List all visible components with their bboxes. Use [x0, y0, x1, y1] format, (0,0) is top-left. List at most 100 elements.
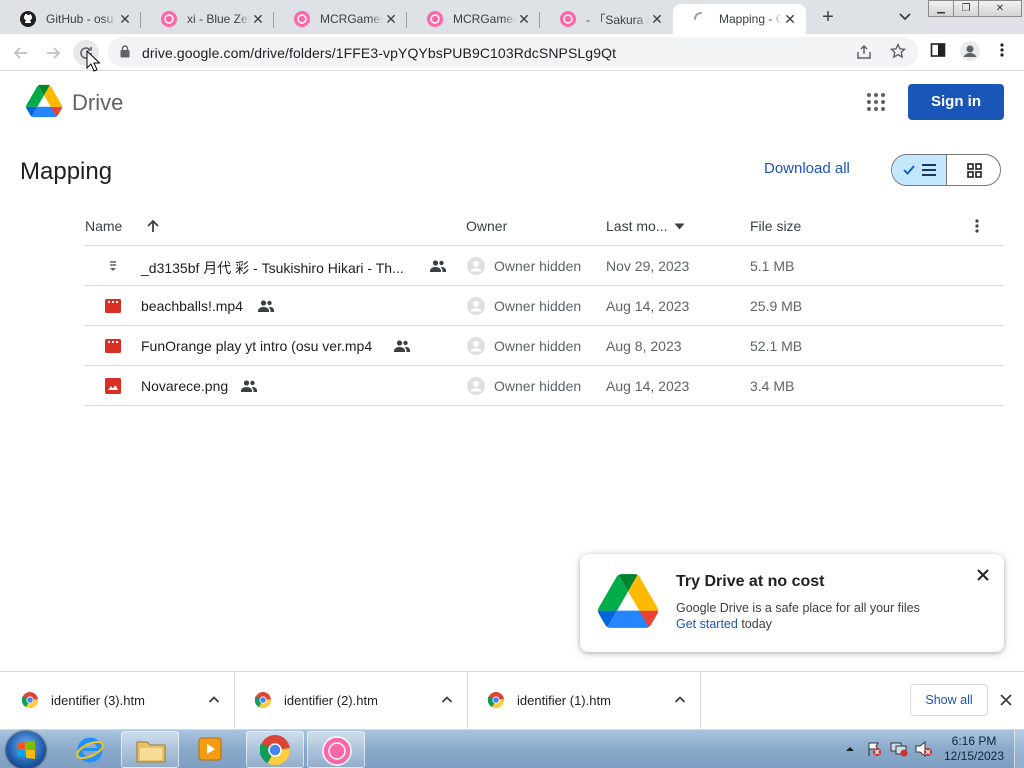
- close-icon[interactable]: [976, 568, 990, 582]
- sort-arrow-up-icon[interactable]: [146, 219, 160, 233]
- sign-in-button[interactable]: Sign in: [908, 84, 1004, 120]
- shared-people-icon: [394, 340, 410, 352]
- close-tab-icon[interactable]: ✕: [782, 11, 798, 27]
- last-modified-text: Aug 14, 2023: [606, 298, 690, 314]
- table-row[interactable]: Novarece.png Owner hidden Aug 14, 2023 3…: [84, 366, 1004, 406]
- chrome-taskbar-button[interactable]: [246, 731, 304, 768]
- tab-sakura[interactable]: - 「Sakura no ✕: [540, 4, 673, 34]
- table-row[interactable]: _d3135bf 月代 彩 - Tsukishiro Hikari - Th..…: [84, 246, 1004, 286]
- download-item[interactable]: identifier (3).htm: [2, 672, 235, 729]
- url-text[interactable]: drive.google.com/drive/folders/1FFE3-vpY…: [142, 45, 616, 61]
- show-desktop-button[interactable]: [1014, 730, 1024, 768]
- show-all-downloads-button[interactable]: Show all: [910, 684, 988, 716]
- network-icon[interactable]: [890, 741, 908, 757]
- back-button[interactable]: [8, 40, 34, 66]
- lock-icon[interactable]: [120, 45, 130, 58]
- chrome-icon: [488, 692, 504, 708]
- chevron-up-icon[interactable]: [208, 694, 220, 706]
- star-icon[interactable]: [890, 43, 906, 59]
- browser-toolbar: drive.google.com/drive/folders/1FFE3-vpY…: [0, 34, 1024, 71]
- drive-logo-icon: [598, 574, 658, 628]
- file-size-text: 5.1 MB: [750, 258, 795, 274]
- chevron-up-icon[interactable]: [674, 694, 686, 706]
- tab-blue-zenith[interactable]: xi - Blue Zen ✕: [141, 4, 274, 34]
- tab-github[interactable]: GitHub - osu ✕: [0, 4, 141, 34]
- clock-time: 6:16 PM: [951, 734, 997, 748]
- osu-icon: [161, 11, 177, 27]
- forward-button[interactable]: [40, 40, 66, 66]
- side-panel-icon[interactable]: [930, 42, 946, 58]
- new-tab-button[interactable]: +: [816, 6, 840, 30]
- column-header-name[interactable]: Name: [85, 218, 122, 234]
- column-header-file-size[interactable]: File size: [750, 218, 801, 234]
- table-row[interactable]: FunOrange play yt intro (osu ver.mp4 Own…: [84, 326, 1004, 366]
- owner-avatar-icon: [467, 377, 485, 395]
- profile-avatar-icon[interactable]: [960, 41, 980, 61]
- address-bar[interactable]: drive.google.com/drive/folders/1FFE3-vpY…: [108, 37, 918, 67]
- file-name[interactable]: _d3135bf 月代 彩 - Tsukishiro Hikari - Th..…: [141, 258, 404, 278]
- close-tab-icon[interactable]: ✕: [250, 11, 266, 27]
- file-size-text: 3.4 MB: [750, 378, 795, 394]
- internet-explorer-taskbar-button[interactable]: [62, 731, 120, 768]
- action-center-flag-icon[interactable]: [866, 741, 882, 757]
- close-tab-icon[interactable]: ✕: [383, 11, 399, 27]
- chevron-down-icon[interactable]: [896, 8, 914, 26]
- drive-logo-icon[interactable]: [26, 84, 62, 118]
- close-window-button[interactable]: ✕: [978, 0, 1022, 17]
- get-started-link[interactable]: Get started: [676, 617, 738, 631]
- column-header-owner[interactable]: Owner: [466, 218, 507, 234]
- promo-cta-suffix: today: [737, 617, 772, 631]
- app-name[interactable]: Drive: [72, 90, 123, 116]
- download-item[interactable]: identifier (1).htm: [468, 672, 701, 729]
- file-explorer-taskbar-button[interactable]: [121, 731, 179, 768]
- tray-expand-icon[interactable]: [845, 745, 855, 753]
- download-item[interactable]: identifier (2).htm: [235, 672, 468, 729]
- tab-mcrgames-2[interactable]: MCRGames1 ✕: [407, 4, 540, 34]
- osu-taskbar-button[interactable]: [307, 731, 365, 768]
- tab-mapping-active[interactable]: Mapping - G ✕: [673, 4, 806, 34]
- list-view-button[interactable]: [892, 155, 947, 185]
- arrow-right-icon: [47, 47, 61, 59]
- clock[interactable]: 6:16 PM 12/15/2023: [942, 734, 1006, 764]
- close-tab-icon[interactable]: ✕: [649, 11, 665, 27]
- volume-muted-icon[interactable]: [915, 741, 933, 757]
- column-header-last-modified[interactable]: Last mo...: [606, 218, 667, 234]
- media-player-icon: [198, 737, 222, 761]
- arrow-left-icon: [13, 47, 27, 59]
- download-file-name: identifier (3).htm: [51, 693, 145, 708]
- menu-dots-icon[interactable]: [996, 42, 1008, 58]
- checkmark-icon: [903, 165, 915, 175]
- download-file-name: identifier (2).htm: [284, 693, 378, 708]
- caret-down-icon[interactable]: [674, 223, 685, 230]
- tab-mcrgames-1[interactable]: MCRGames1 ✕: [274, 4, 407, 34]
- osu-icon: [427, 11, 443, 27]
- media-player-taskbar-button[interactable]: [181, 731, 239, 768]
- share-icon[interactable]: [856, 44, 872, 60]
- column-label: Owner: [466, 218, 508, 234]
- table-row[interactable]: beachballs!.mp4 Owner hidden Aug 14, 202…: [84, 286, 1004, 326]
- download-all-button[interactable]: Download all: [764, 160, 850, 177]
- windows-logo-icon: [17, 740, 35, 759]
- windows-taskbar: 6:16 PM 12/15/2023: [0, 729, 1024, 768]
- close-tab-icon[interactable]: ✕: [516, 11, 532, 27]
- more-options-icon[interactable]: [973, 218, 981, 234]
- column-label: File size: [750, 218, 802, 234]
- start-button[interactable]: [6, 731, 46, 768]
- close-icon[interactable]: [999, 693, 1013, 707]
- file-name[interactable]: Novarece.png: [141, 378, 228, 394]
- github-icon: [20, 11, 36, 27]
- apps-grid-icon[interactable]: [866, 92, 886, 112]
- file-name[interactable]: beachballs!.mp4: [141, 298, 243, 314]
- chevron-up-icon[interactable]: [441, 694, 453, 706]
- maximize-button[interactable]: ❐: [953, 0, 979, 17]
- last-modified-text: Nov 29, 2023: [606, 258, 690, 274]
- internet-explorer-icon: [76, 737, 104, 763]
- close-tab-icon[interactable]: ✕: [117, 11, 133, 27]
- minimize-button[interactable]: ▁: [928, 0, 954, 17]
- file-size-text: 25.9 MB: [750, 298, 803, 314]
- tab-strip: GitHub - osu ✕ xi - Blue Zen ✕ MCRGames1…: [0, 0, 1024, 34]
- loading-spinner-icon: [694, 12, 702, 20]
- owner-text: Owner hidden: [494, 378, 582, 394]
- file-name[interactable]: FunOrange play yt intro (osu ver.mp4: [141, 338, 372, 354]
- grid-view-button[interactable]: [948, 155, 1000, 185]
